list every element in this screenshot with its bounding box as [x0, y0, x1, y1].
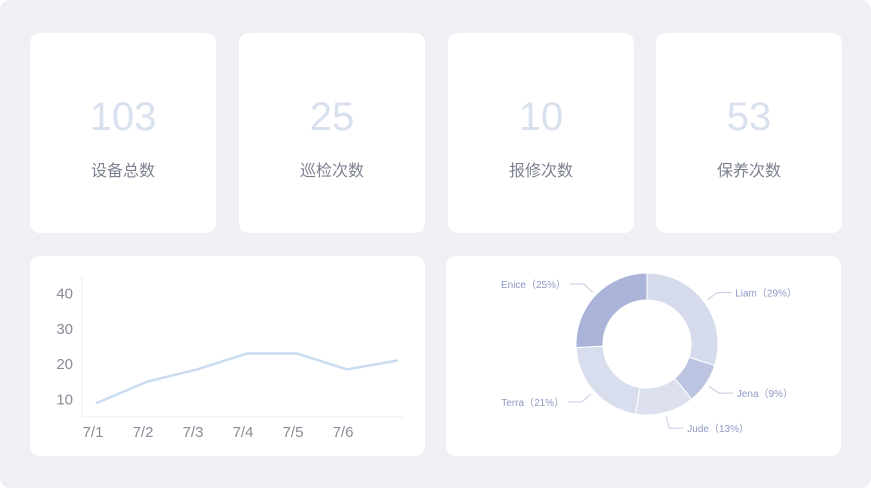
leader-line: [665, 416, 684, 429]
slice-label: Liam（29%）: [735, 288, 797, 300]
x-tick-label: 7/1: [83, 424, 104, 441]
donut-slice-enice: [575, 272, 648, 348]
stat-value-maintenance: 53: [726, 95, 772, 139]
line-chart: 10 20 30 40 7/1 7/2 7/3 7/4 7/5 7/6: [56, 276, 403, 441]
stat-label-devices: 设备总数: [90, 161, 155, 180]
stat-label-repairs: 报修次数: [508, 161, 573, 180]
y-tick-label: 30: [56, 321, 73, 338]
slice-label: Jude（13%）: [687, 423, 749, 435]
x-tick-label: 7/2: [133, 424, 154, 441]
line-chart-card: 10 20 30 40 7/1 7/2 7/3 7/4 7/5 7/6: [30, 256, 425, 456]
stat-card-repairs: 10 报修次数: [448, 33, 634, 233]
stat-value-devices: 103: [89, 95, 157, 139]
stat-card-inspections: 25 巡检次数: [239, 33, 425, 233]
dashboard-background: 103 设备总数 25 巡检次数 10 报修次数 53 保养次数 10 20 30 4…: [0, 0, 871, 488]
stat-card-maintenance: 53 保养次数: [656, 33, 842, 233]
y-tick-label: 20: [56, 356, 73, 373]
slice-label: Terra（21%）: [501, 397, 564, 409]
donut-slice-terra: [575, 345, 641, 415]
x-tick-label: 7/6: [333, 424, 354, 441]
y-tick-label: 10: [56, 391, 73, 408]
donut-chart: Liam（29%） Jena（9%） Jude（13%） Terra（21%） Enic…: [501, 272, 797, 435]
donut-slice-liam: [646, 272, 719, 367]
stat-card-devices: 103 设备总数: [30, 33, 216, 233]
leader-line: [570, 283, 594, 293]
donut-chart-card: Liam（29%） Jena（9%） Jude（13%） Terra（21%） Enic…: [446, 256, 841, 456]
stat-value-inspections: 25: [309, 95, 355, 139]
x-tick-label: 7/4: [233, 424, 254, 441]
leader-line: [708, 385, 733, 394]
leader-line: [707, 292, 732, 301]
series-line: [95, 352, 399, 405]
x-tick-label: 7/3: [183, 424, 204, 441]
stat-label-maintenance: 保养次数: [716, 161, 781, 180]
stat-label-inspections: 巡检次数: [299, 161, 364, 180]
y-tick-label: 40: [56, 286, 73, 303]
slice-label: Jena（9%）: [737, 388, 793, 400]
x-tick-label: 7/5: [283, 424, 304, 441]
leader-line: [568, 393, 592, 403]
stat-value-repairs: 10: [518, 95, 564, 139]
slice-label: Enice（25%）: [501, 279, 566, 291]
